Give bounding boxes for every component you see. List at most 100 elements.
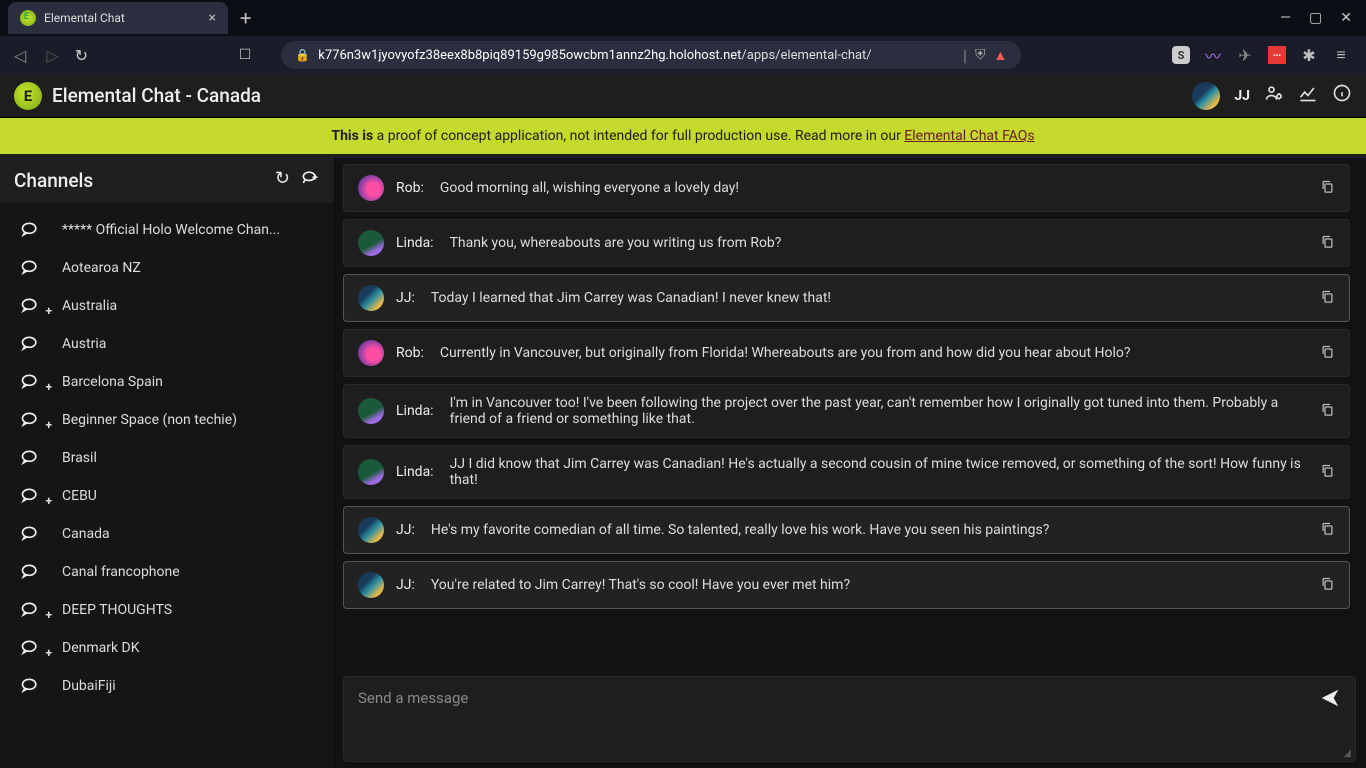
message-avatar [358, 517, 384, 543]
warning-icon[interactable]: ▲ [993, 47, 1007, 64]
close-window-icon[interactable]: ✕ [1340, 10, 1352, 26]
message-text: Good morning all, wishing everyone a lov… [440, 180, 1308, 196]
copy-message-icon[interactable] [1320, 289, 1335, 308]
channel-item[interactable]: Canada [0, 515, 334, 553]
app-title: Elemental Chat - Canada [52, 84, 261, 107]
message-text: I'm in Vancouver too! I've been followin… [450, 395, 1308, 427]
reload-button[interactable]: ↻ [75, 46, 88, 65]
message-author: Linda: [396, 403, 434, 419]
chat-bubble-icon [20, 334, 46, 354]
extension-wave-icon[interactable]: 〰 [1204, 46, 1222, 64]
message-avatar [358, 230, 384, 256]
channel-item[interactable]: ***** Official Holo Welcome Chan... [0, 211, 334, 249]
channel-item[interactable]: +Denmark DK [0, 629, 334, 667]
copy-message-icon[interactable] [1320, 521, 1335, 540]
channel-name: Denmark DK [62, 640, 140, 656]
user-avatar[interactable] [1192, 82, 1220, 110]
message-avatar [358, 398, 384, 424]
address-bar: ◁ ▷ ↻ ☐ 🔒 k776n3w1jyovyofz38eex8b8piq891… [0, 36, 1366, 74]
close-tab-icon[interactable]: × [209, 10, 216, 26]
copy-message-icon[interactable] [1320, 234, 1335, 253]
message-row: Linda: JJ I did know that Jim Carrey was … [343, 445, 1350, 499]
extensions-icon[interactable]: ✱ [1300, 46, 1318, 64]
chat-panel: Rob: Good morning all, wishing everyone a… [335, 158, 1366, 768]
channel-item[interactable]: Canal francophone [0, 553, 334, 591]
message-text: JJ I did know that Jim Carrey was Canadi… [450, 456, 1308, 488]
message-text: Today I learned that Jim Carrey was Cana… [431, 290, 1308, 306]
chat-bubble-icon [20, 676, 46, 696]
extension-rocket-icon[interactable]: ✈ [1236, 46, 1254, 64]
message-avatar [358, 572, 384, 598]
copy-message-icon[interactable] [1320, 179, 1335, 198]
message-avatar [358, 285, 384, 311]
unread-plus-icon: + [45, 304, 52, 318]
chat-bubble-icon: + [20, 600, 46, 620]
channel-name: Canada [62, 526, 110, 542]
copy-message-icon[interactable] [1320, 402, 1335, 421]
copy-message-icon[interactable] [1320, 576, 1335, 595]
copy-message-icon[interactable] [1320, 344, 1335, 363]
add-channel-icon[interactable] [300, 168, 320, 193]
channel-item[interactable]: + Barcelona Spain [0, 363, 334, 401]
channel-item[interactable]: + Beginner Space (non techie) [0, 401, 334, 439]
refresh-channels-icon[interactable]: ↻ [275, 168, 290, 193]
channel-item[interactable]: Brasil [0, 439, 334, 477]
lock-icon: 🔒 [295, 48, 310, 62]
message-text: He's my favorite comedian of all time. S… [431, 522, 1308, 538]
channel-name: Aotearoa NZ [62, 260, 141, 276]
notice-banner: This is a proof of concept application, … [0, 118, 1366, 158]
forward-button[interactable]: ▷ [42, 42, 62, 69]
shield-icon[interactable]: ⛨ [975, 47, 986, 63]
message-row: JJ:He's my favorite comedian of all time… [343, 506, 1350, 554]
unread-plus-icon: + [45, 494, 52, 508]
user-initials: JJ [1234, 88, 1250, 104]
browser-menu-icon[interactable]: ≡ [1332, 46, 1350, 64]
chat-bubble-icon [20, 258, 46, 278]
channel-name: Beginner Space (non techie) [62, 412, 237, 428]
channel-name: ***** Official Holo Welcome Chan... [62, 222, 280, 238]
channel-name: Australia [62, 298, 117, 314]
channel-item[interactable]: + Australia [0, 287, 334, 325]
chat-bubble-icon: + [20, 486, 46, 506]
settings-users-icon[interactable] [1264, 83, 1284, 108]
message-author: JJ: [396, 577, 415, 593]
channel-item[interactable]: Austria [0, 325, 334, 363]
channel-name: Barcelona Spain [62, 374, 163, 390]
channel-name: Brasil [62, 450, 97, 466]
channels-sidebar: Channels ↻ ***** Official Holo Welcome C… [0, 158, 335, 768]
chat-bubble-icon: + [20, 410, 46, 430]
faq-link[interactable]: Elemental Chat FAQs [904, 128, 1034, 144]
message-row: JJ:You're related to Jim Carrey! That's … [343, 561, 1350, 609]
info-icon[interactable] [1332, 83, 1352, 108]
sidebar-title: Channels [14, 169, 275, 192]
copy-message-icon[interactable] [1320, 463, 1335, 482]
channel-name: CEBU [62, 488, 97, 504]
extension-s-icon[interactable]: S [1172, 46, 1190, 64]
extension-red-icon[interactable]: ••• [1268, 46, 1286, 64]
chat-bubble-icon [20, 220, 46, 240]
message-author: Rob: [396, 180, 424, 196]
browser-tab-bar: Elemental Chat × + — ▢ ✕ [0, 0, 1366, 36]
browser-tab[interactable]: Elemental Chat × [8, 2, 228, 34]
new-tab-button[interactable]: + [240, 6, 251, 30]
message-row: JJ: Today I learned that Jim Carrey was C… [343, 274, 1350, 322]
maximize-icon[interactable]: ▢ [1309, 10, 1322, 26]
bookmark-icon[interactable]: ☐ [239, 47, 252, 63]
message-author: JJ: [396, 290, 415, 306]
unread-plus-icon: + [45, 380, 52, 394]
send-button[interactable] [1319, 687, 1341, 714]
minimize-icon[interactable]: — [1280, 10, 1291, 26]
message-row: Linda:Thank you, whereabouts are you wri… [343, 219, 1350, 267]
back-button[interactable]: ◁ [10, 42, 30, 69]
stats-icon[interactable] [1298, 83, 1318, 108]
message-author: Linda: [396, 464, 434, 480]
url-input[interactable]: 🔒 k776n3w1jyovyofz38eex8b8piq89159g985ow… [281, 41, 1021, 69]
channel-item[interactable]: + CEBU [0, 477, 334, 515]
message-input[interactable] [358, 689, 1341, 749]
channel-item[interactable]: DubaiFiji [0, 667, 334, 705]
message-composer[interactable]: ◢ [343, 676, 1356, 762]
channel-item[interactable]: +DEEP THOUGHTS [0, 591, 334, 629]
channel-item[interactable]: Aotearoa NZ [0, 249, 334, 287]
tab-title: Elemental Chat [44, 11, 201, 25]
notice-text: a proof of concept application, not inte… [373, 128, 904, 144]
